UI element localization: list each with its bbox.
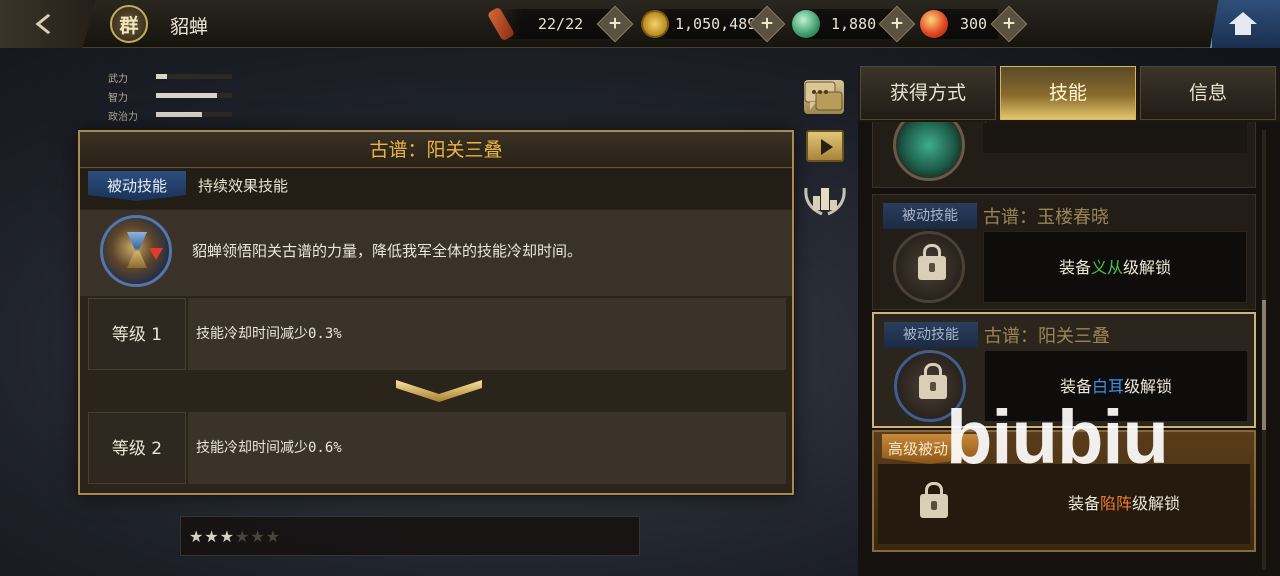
lock-icon [920, 482, 948, 518]
jade-value: 1,880 [831, 15, 877, 33]
unlock-grade: 陷阵 [1099, 494, 1132, 513]
level-label: 等级 1 [88, 298, 186, 370]
skill-detail-header: 古谱：阳关三叠 [80, 132, 792, 168]
skill-card[interactable]: 被动技能 古谱：玉楼春晓 装备义从级解锁 [872, 194, 1256, 310]
skill-icon [893, 122, 965, 181]
skill-detail-title: 古谱：阳关三叠 [369, 139, 503, 161]
faction-badge: 群 [110, 5, 148, 43]
passive-skill-tag: 被动技能 [883, 203, 977, 229]
tab-info[interactable]: 信息 [1140, 66, 1276, 120]
hourglass-icon [100, 215, 172, 287]
level-effect: 技能冷却时间减少0.6% [188, 412, 786, 484]
skill-name: 古谱：阳关三叠 [984, 326, 1110, 347]
skill-description-row: 貂蝉领悟阳关古谱的力量，降低我军全体的技能冷却时间。 [80, 210, 792, 296]
star-rating-bar: ★★★★★★ [180, 516, 640, 556]
level-row: 等级 2 技能冷却时间减少0.6% [88, 412, 786, 484]
plus-icon: + [1001, 13, 1017, 34]
unlock-grade: 义从 [1090, 258, 1123, 277]
chevron-left-icon [35, 13, 61, 35]
back-button[interactable] [0, 0, 96, 48]
stat-bar-politics [156, 112, 232, 117]
plus-icon: + [759, 13, 775, 34]
lock-icon [919, 363, 947, 399]
skill-level-text: / [985, 122, 990, 125]
watermark: biubiu [946, 395, 1169, 480]
gem-icon [920, 10, 948, 38]
arrow-down-icon [149, 248, 163, 260]
skill-description: 貂蝉领悟阳关古谱的力量，降低我军全体的技能冷却时间。 [192, 242, 583, 260]
plus-icon: + [889, 13, 905, 34]
filled-stars: ★★★ [189, 527, 236, 546]
chat-icon[interactable] [804, 80, 844, 114]
star-rating: ★★★★★★ [189, 527, 281, 546]
unlock-box [983, 122, 1247, 153]
level-effect: 技能冷却时间减少0.3% [188, 298, 786, 370]
unlock-suffix: 级解锁 [1132, 494, 1181, 513]
gems-value: 300 [960, 15, 988, 33]
passive-skill-tag: 被动技能 [88, 171, 186, 201]
skill-list[interactable]: / 被动技能 古谱：玉楼春晓 装备义从级解锁 被动技能 古谱：阳关三叠 装备白耳… [858, 122, 1280, 576]
stat-label-politics: 政治力 [108, 112, 138, 123]
stat-label-force: 武力 [108, 74, 128, 85]
tab-acquisition[interactable]: 获得方式 [860, 66, 996, 120]
expand-chevron-icon[interactable] [396, 378, 482, 404]
skill-detail-popup: 古谱：阳关三叠 被动技能 持续效果技能 貂蝉领悟阳关古谱的力量，降低我军全体的技… [78, 130, 794, 495]
effect-type-label: 持续效果技能 [198, 177, 289, 195]
ranking-icon[interactable] [802, 178, 848, 218]
home-button[interactable] [1210, 0, 1280, 48]
scrollbar-thumb[interactable] [1262, 300, 1266, 430]
lock-icon [918, 244, 946, 280]
stamina-value: 22/22 [538, 15, 584, 33]
coins-value: 1,050,489 [675, 15, 757, 33]
jade-icon [792, 10, 820, 38]
stat-label-intellect: 智力 [108, 93, 128, 104]
skill-name: 古谱：玉楼春晓 [983, 207, 1109, 228]
coin-icon [641, 10, 669, 38]
skill-type-row: 被动技能 持续效果技能 [80, 169, 792, 209]
stat-bar-intellect [156, 93, 232, 98]
passive-skill-tag: 被动技能 [884, 322, 978, 348]
scrollbar[interactable] [1262, 130, 1266, 570]
unlock-prefix: 装备 [1067, 494, 1100, 513]
right-panel: 获得方式 技能 信息 / 被动技能 古谱：玉楼春晓 装备义从级解锁 被动技能 古… [858, 66, 1280, 576]
unlock-prefix: 装备 [1058, 258, 1091, 277]
level-label: 等级 2 [88, 412, 186, 484]
tab-skills[interactable]: 技能 [1000, 66, 1136, 120]
skill-icon [893, 231, 965, 303]
unlock-requirement: 装备义从级解锁 [983, 231, 1247, 303]
skill-card[interactable]: / [872, 122, 1256, 188]
stat-bar-force [156, 74, 232, 79]
hero-name: 貂蝉 [170, 16, 209, 38]
home-icon [1229, 12, 1257, 24]
plus-icon: + [607, 13, 623, 34]
level-row: 等级 1 技能冷却时间减少0.3% [88, 298, 786, 370]
unlock-suffix: 级解锁 [1123, 258, 1172, 277]
play-icon[interactable] [806, 130, 844, 162]
empty-stars: ★★★ [235, 527, 282, 546]
